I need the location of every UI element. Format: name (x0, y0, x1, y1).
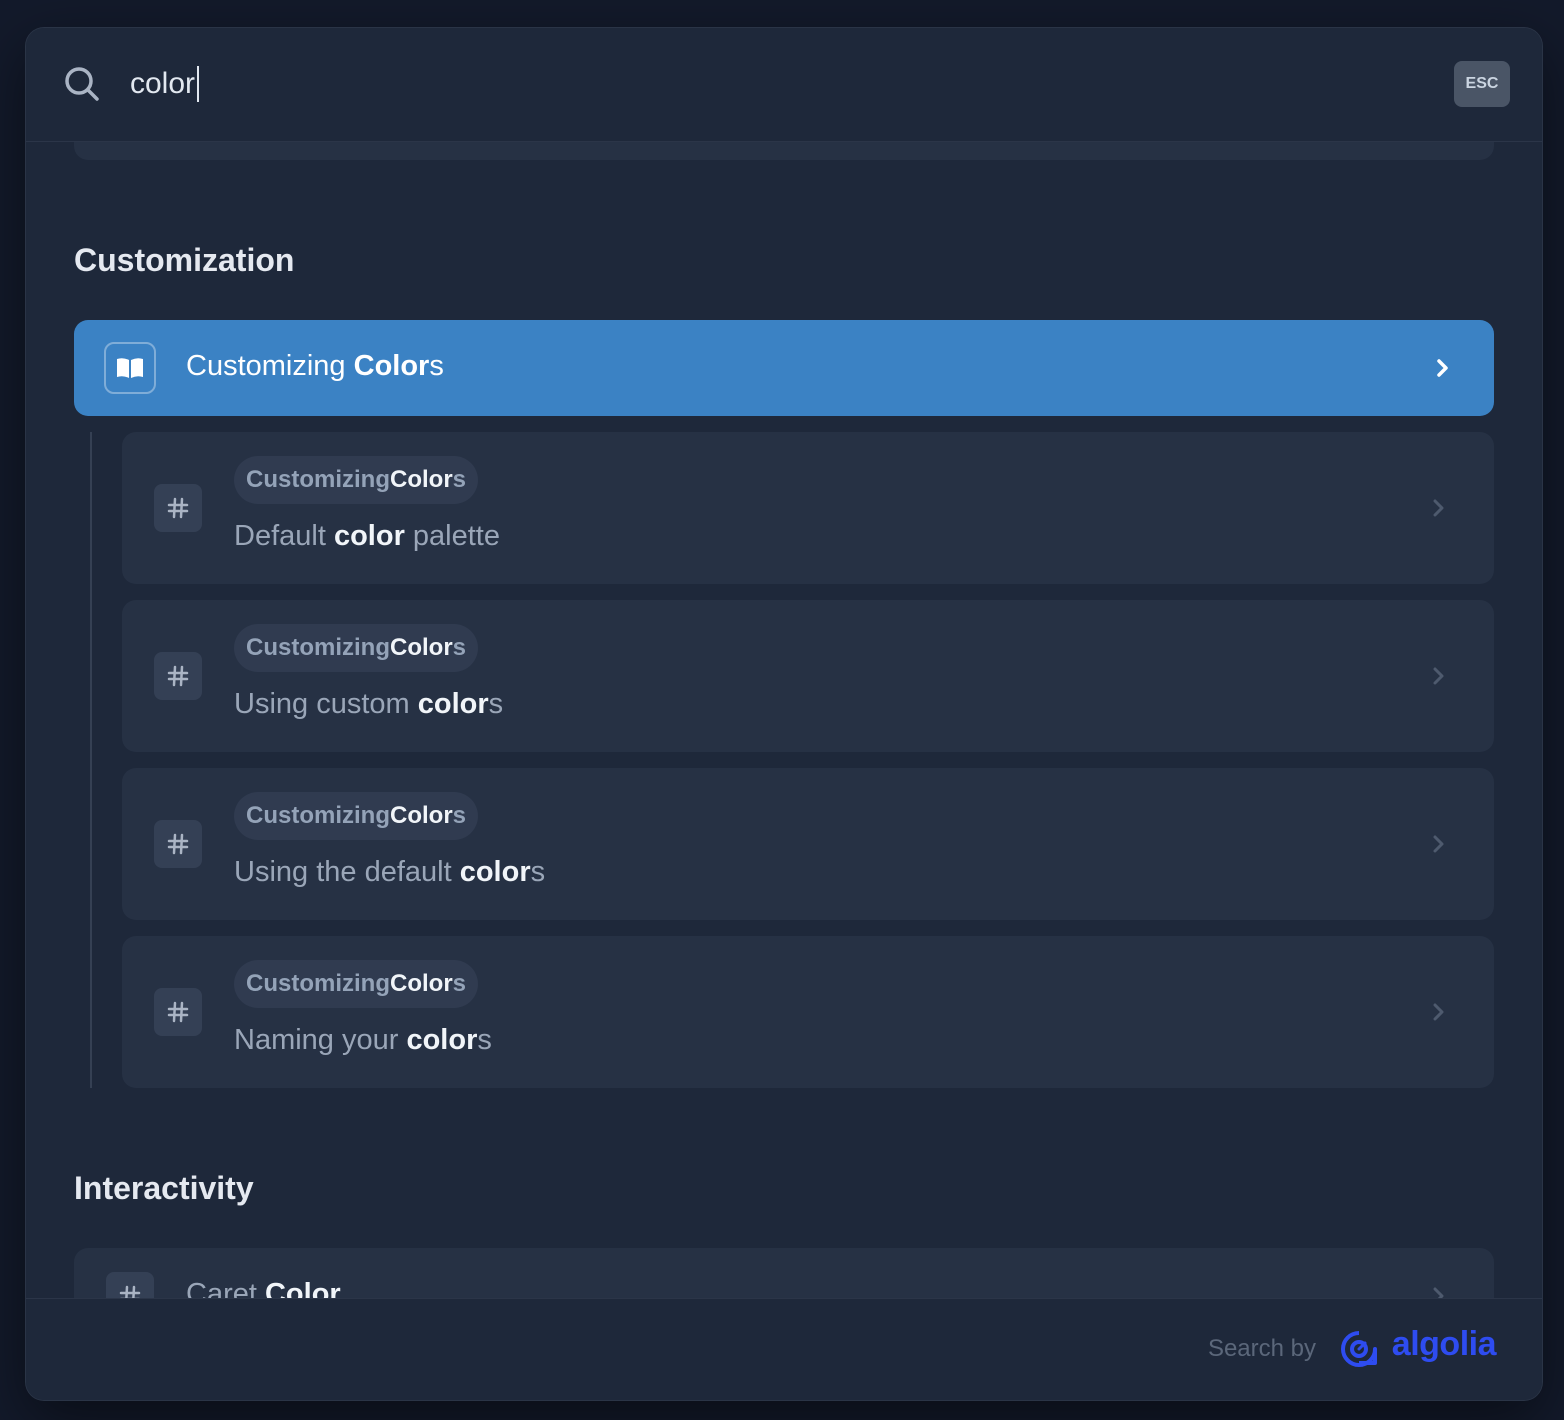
hit-title: Using custom colors (234, 688, 504, 720)
hit-title: Naming your colors (234, 1024, 492, 1056)
results-list: Customization Customizing Colors Customi… (26, 142, 1542, 1298)
section-title: Customization (74, 242, 295, 278)
chevron-right-icon (1433, 1003, 1444, 1021)
chevron-right-icon (1433, 499, 1444, 517)
hit-default-color-palette[interactable]: Customizing Color s Default color palette (122, 432, 1494, 584)
algolia-wordmark[interactable]: algolia (1392, 1325, 1497, 1364)
hash-icon (106, 1272, 154, 1298)
previous-hit-stub[interactable] (74, 142, 1494, 160)
search-header: ESC (26, 28, 1542, 142)
search-icon (65, 67, 99, 101)
esc-button[interactable]: ESC (1454, 61, 1510, 107)
text-caret (197, 66, 199, 102)
hit-title: Customizing Colors (186, 350, 444, 382)
hash-icon (154, 652, 202, 700)
breadcrumb-chip: Customizing Color s (234, 960, 479, 1008)
hit-naming-your-colors[interactable]: Customizing Color s Naming your colors (122, 936, 1494, 1088)
hit-caret-color[interactable]: Caret Color (74, 1248, 1494, 1298)
search-by-label: Search by (1207, 1335, 1316, 1362)
hash-icon (154, 988, 202, 1036)
algolia-logo-icon[interactable] (1340, 1329, 1378, 1369)
chevron-right-icon (1437, 359, 1448, 377)
hit-using-custom-colors[interactable]: Customizing Color s Using custom colors (122, 600, 1494, 752)
hit-customizing-colors[interactable]: Customizing Colors (74, 320, 1494, 416)
tree-line (90, 432, 92, 1088)
search-modal: ESC Customization Customizing Colors Cus… (26, 28, 1542, 1400)
hash-icon (154, 820, 202, 868)
hit-title: Using the default colors (234, 856, 546, 888)
search-input[interactable] (130, 62, 1330, 106)
chevron-right-icon (1433, 667, 1444, 685)
breadcrumb-chip: Customizing Color s (234, 624, 479, 672)
breadcrumb-chip: Customizing Color s (234, 792, 479, 840)
modal-footer: Search by algolia (26, 1298, 1542, 1400)
hit-title: Caret Color (186, 1278, 341, 1298)
book-icon (104, 342, 156, 394)
hit-using-default-colors[interactable]: Customizing Color s Using the default col… (122, 768, 1494, 920)
hash-icon (154, 484, 202, 532)
section-title: Interactivity (74, 1170, 254, 1206)
breadcrumb-chip: Customizing Color s (234, 456, 479, 504)
hit-title: Default color palette (234, 520, 500, 552)
chevron-right-icon (1433, 1287, 1444, 1298)
chevron-right-icon (1433, 835, 1444, 853)
